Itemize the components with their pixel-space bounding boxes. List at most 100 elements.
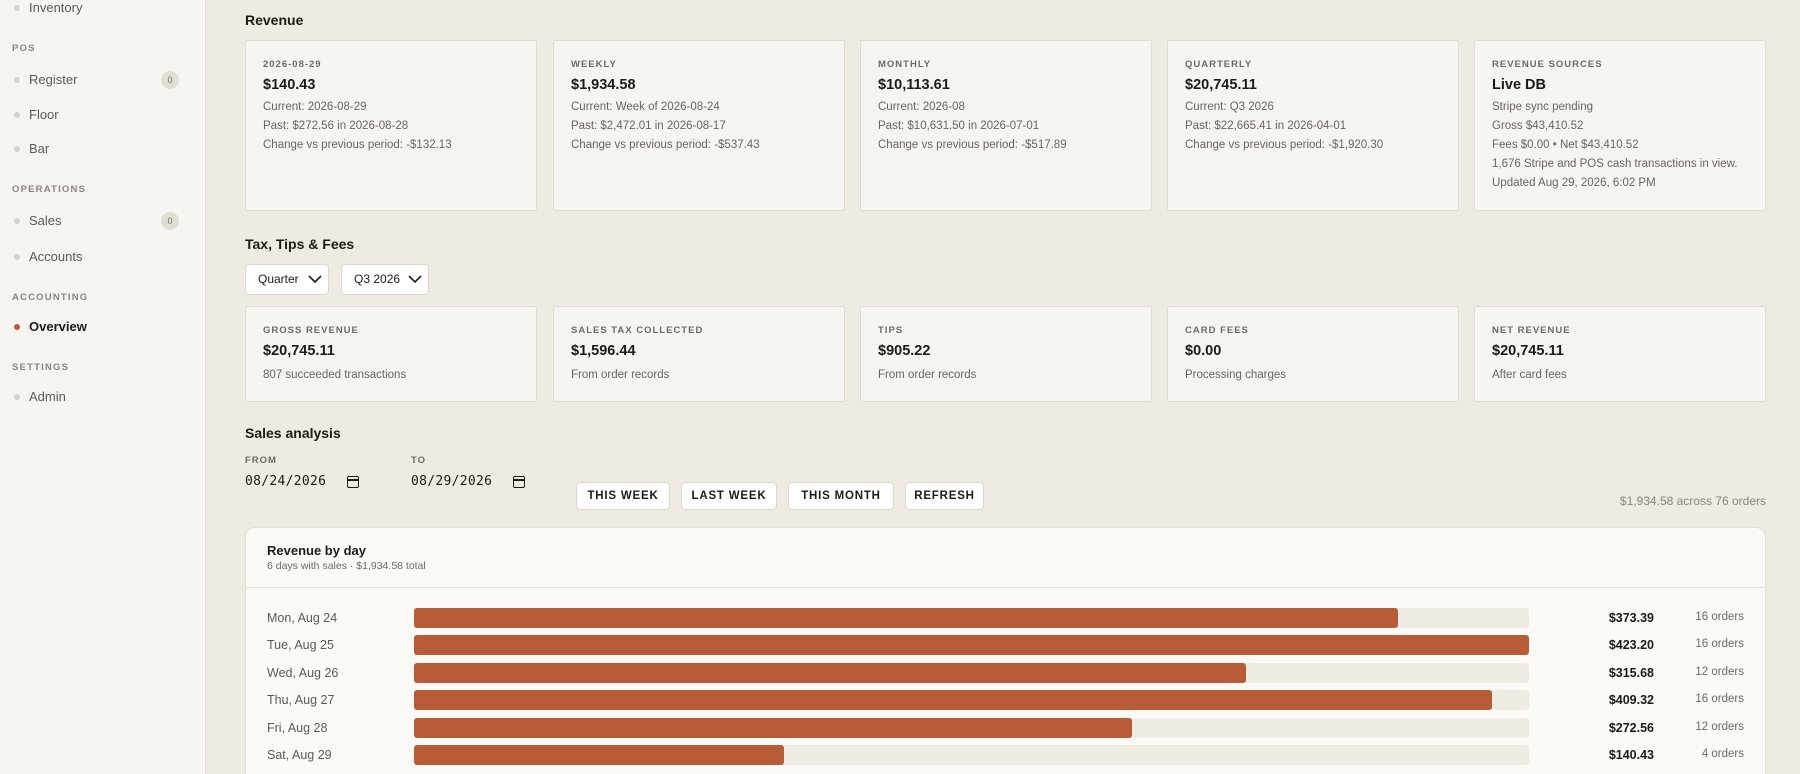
tax-card-gross: GROSS REVENUE $20,745.11 807 succeeded t… <box>245 306 537 402</box>
card-note: Processing charges <box>1185 369 1286 381</box>
nav-dot-icon <box>14 5 20 11</box>
bar-track <box>414 690 1529 711</box>
card-line: Change vs previous period: -$132.13 <box>263 139 452 151</box>
card-line: Past: $2,472.01 in 2026-08-17 <box>571 120 726 132</box>
revenue-card-monthly: MONTHLY $10,113.61 Current: 2026-08 Past… <box>860 40 1152 211</box>
bar-day-label: Fri, Aug 28 <box>267 720 328 735</box>
to-label: TO <box>411 455 427 466</box>
sidebar-section-accounting: ACCOUNTING <box>12 292 89 303</box>
bar-track <box>414 608 1529 628</box>
card-line: Change vs previous period: -$517.89 <box>878 139 1067 151</box>
bar-fill <box>414 745 784 765</box>
card-value: Live DB <box>1492 77 1546 93</box>
nav-dot-icon <box>14 146 20 152</box>
tax-card-sales-tax: SALES TAX COLLECTED $1,596.44 From order… <box>553 306 845 402</box>
analysis-section-title: Sales analysis <box>245 425 341 441</box>
bar-orders-label: 16 orders <box>1695 693 1744 706</box>
bar-row: Sat, Aug 29 $140.43 4 orders <box>246 745 1765 767</box>
revenue-by-day-panel: Revenue by day 6 days with sales · $1,93… <box>245 527 1766 774</box>
card-note: After card fees <box>1492 369 1567 381</box>
sidebar-item-label: Accounts <box>29 249 83 264</box>
bar-orders-label: 4 orders <box>1701 748 1744 760</box>
sidebar-section-settings: SETTINGS <box>12 362 70 373</box>
card-value: $1,596.44 <box>571 343 636 359</box>
to-date-input[interactable]: 08/29/2026 <box>411 472 529 492</box>
card-value: $140.43 <box>263 77 316 93</box>
calendar-icon[interactable] <box>513 476 525 488</box>
this-month-button[interactable]: THIS MONTH <box>788 482 894 510</box>
card-kicker: SALES TAX COLLECTED <box>571 325 704 336</box>
bar-day-label: Sat, Aug 29 <box>267 748 332 762</box>
card-line: Current: 2026-08-29 <box>263 101 367 113</box>
bar-day-label: Tue, Aug 25 <box>267 638 334 653</box>
sidebar-item-label: Bar <box>29 141 50 156</box>
sidebar-item-accounts[interactable]: Accounts <box>0 245 206 269</box>
bar-track <box>414 717 1529 738</box>
sidebar-item-label: Overview <box>29 319 87 334</box>
bar-track <box>414 662 1529 683</box>
to-date-value: 08/29/2026 <box>411 474 493 489</box>
sidebar-item-bar[interactable]: Bar <box>0 137 206 161</box>
refresh-button[interactable]: REFRESH <box>905 482 984 510</box>
card-line: Past: $10,631.50 in 2026-07-01 <box>878 120 1040 132</box>
quarter-select[interactable]: Q3 2026 <box>341 264 429 295</box>
sidebar-item-register[interactable]: Register 0 <box>0 68 206 92</box>
card-value: $0.00 <box>1185 343 1222 359</box>
card-value: $10,113.61 <box>878 77 950 93</box>
sidebar-section-pos: POS <box>12 43 36 54</box>
sidebar-item-inventory[interactable]: Inventory <box>0 0 206 20</box>
bar-track <box>414 635 1529 656</box>
card-kicker: NET REVENUE <box>1492 325 1571 336</box>
card-kicker: REVENUE SOURCES <box>1492 59 1603 70</box>
from-date-input[interactable]: 08/24/2026 <box>245 472 363 492</box>
calendar-icon[interactable] <box>347 476 359 488</box>
tax-card-net: NET REVENUE $20,745.11 After card fees <box>1474 306 1766 402</box>
sidebar-item-label: Floor <box>29 107 59 122</box>
count-badge: 0 <box>161 212 179 230</box>
bar-row: Fri, Aug 28 $272.56 12 orders <box>246 717 1765 740</box>
card-value: $905.22 <box>878 343 931 359</box>
sidebar-item-label: Admin <box>29 389 66 404</box>
card-value: $20,745.11 <box>1185 77 1257 93</box>
bar-amount-label: $272.56 <box>1608 720 1654 735</box>
card-line: Past: $272.56 in 2026-08-28 <box>263 120 409 132</box>
sidebar-item-label: Register <box>29 72 78 87</box>
from-label: FROM <box>245 455 277 466</box>
analysis-summary: $1,934.58 across 76 orders <box>1619 494 1766 508</box>
sidebar-item-sales[interactable]: Sales 0 <box>0 209 206 233</box>
revenue-card-daily: 2026-08-29 $140.43 Current: 2026-08-29 P… <box>245 40 537 211</box>
bar-row: Thu, Aug 27 $409.32 16 orders <box>246 690 1765 712</box>
sidebar-item-floor[interactable]: Floor <box>0 103 206 127</box>
revenue-card-sources: REVENUE SOURCES Live DB Stripe sync pend… <box>1474 40 1766 211</box>
bar-fill <box>414 717 1133 738</box>
bar-amount-label: $140.43 <box>1608 748 1654 762</box>
nav-dot-icon <box>14 394 20 400</box>
sidebar-section-operations: OPERATIONS <box>12 184 87 195</box>
chevron-down-icon <box>408 275 422 284</box>
card-kicker: WEEKLY <box>571 59 617 70</box>
tax-card-tips: TIPS $905.22 From order records <box>860 306 1152 402</box>
sidebar-item-admin[interactable]: Admin <box>0 385 206 409</box>
card-value: $20,745.11 <box>263 343 335 359</box>
card-kicker: 2026-08-29 <box>263 59 322 70</box>
last-week-button[interactable]: LAST WEEK <box>681 482 777 510</box>
nav-dot-icon <box>14 77 20 83</box>
card-kicker: MONTHLY <box>878 59 932 70</box>
bar-fill <box>414 608 1398 628</box>
sidebar-item-label: Sales <box>29 213 62 228</box>
bar-row: Tue, Aug 25 $423.20 16 orders <box>246 635 1765 657</box>
this-week-button[interactable]: THIS WEEK <box>576 482 670 510</box>
sidebar-item-overview[interactable]: Overview <box>0 315 206 339</box>
from-date-value: 08/24/2026 <box>245 474 327 489</box>
period-select[interactable]: Quarter <box>245 264 329 295</box>
count-badge: 0 <box>161 71 179 89</box>
bar-orders-label: 12 orders <box>1695 665 1744 678</box>
card-line: Gross $43,410.52 <box>1492 120 1584 132</box>
period-select-value: Quarter <box>258 272 299 286</box>
card-value: $20,745.11 <box>1492 343 1564 359</box>
bar-day-label: Thu, Aug 27 <box>267 693 335 708</box>
card-line: Current: 2026-08 <box>878 101 965 113</box>
bar-day-label: Mon, Aug 24 <box>267 611 338 625</box>
bar-amount-label: $373.39 <box>1608 611 1654 625</box>
nav-dot-icon <box>14 218 20 224</box>
